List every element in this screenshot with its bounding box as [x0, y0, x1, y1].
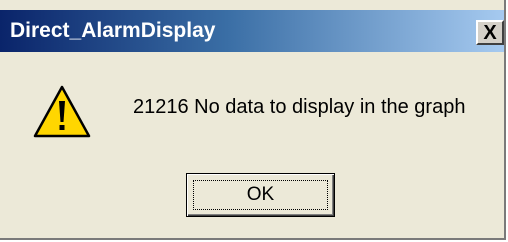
ok-button[interactable]: OK [186, 173, 335, 217]
title-bar[interactable]: Direct_AlarmDisplay X [0, 10, 504, 52]
ok-button-label: OK [193, 180, 328, 210]
close-button[interactable]: X [476, 20, 504, 45]
close-icon: X [483, 21, 497, 44]
alarm-display-dialog: Direct_AlarmDisplay X 21216 No data to d… [0, 0, 506, 240]
message-text: 21216 No data to display in the graph [133, 96, 466, 118]
window-title: Direct_AlarmDisplay [10, 19, 216, 42]
warning-icon [33, 85, 91, 138]
